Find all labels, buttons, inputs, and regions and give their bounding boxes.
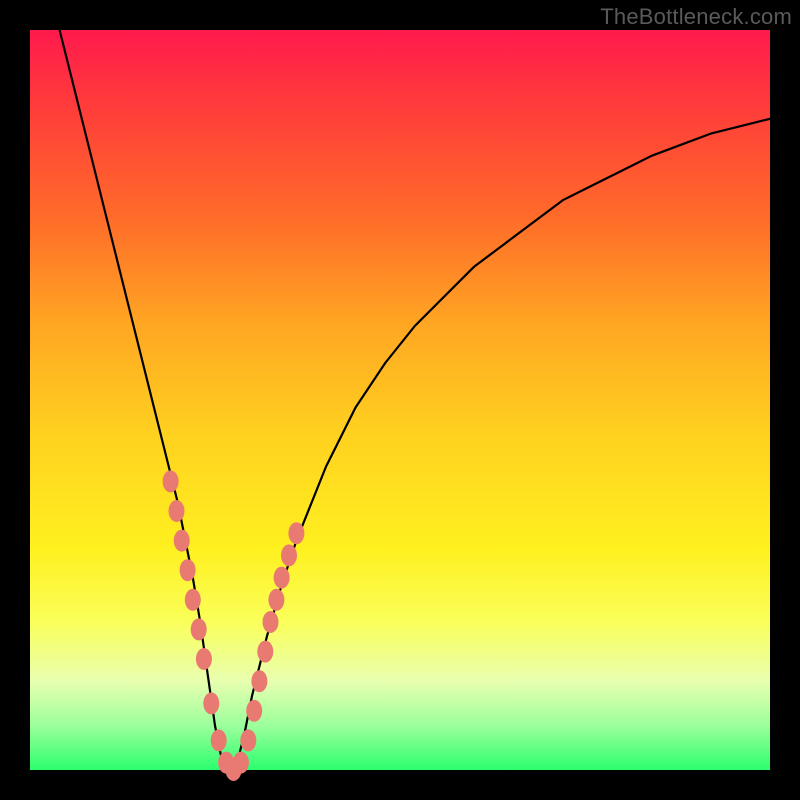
dot <box>169 500 185 522</box>
dot <box>281 544 297 566</box>
dot <box>174 530 190 552</box>
dot <box>163 470 179 492</box>
watermark-text: TheBottleneck.com <box>600 4 792 30</box>
dot <box>251 670 267 692</box>
dot <box>191 618 207 640</box>
dot <box>268 589 284 611</box>
dot <box>211 729 227 751</box>
chart-svg <box>30 30 770 770</box>
dot <box>274 567 290 589</box>
dot <box>180 559 196 581</box>
dot <box>233 752 249 774</box>
dot <box>185 589 201 611</box>
dot <box>203 692 219 714</box>
dot <box>240 729 256 751</box>
dot <box>246 700 262 722</box>
dot <box>196 648 212 670</box>
dot <box>263 611 279 633</box>
dot <box>288 522 304 544</box>
highlight-dots <box>163 470 305 781</box>
bottleneck-curve <box>60 30 770 770</box>
outer-frame: TheBottleneck.com <box>0 0 800 800</box>
dot <box>257 641 273 663</box>
